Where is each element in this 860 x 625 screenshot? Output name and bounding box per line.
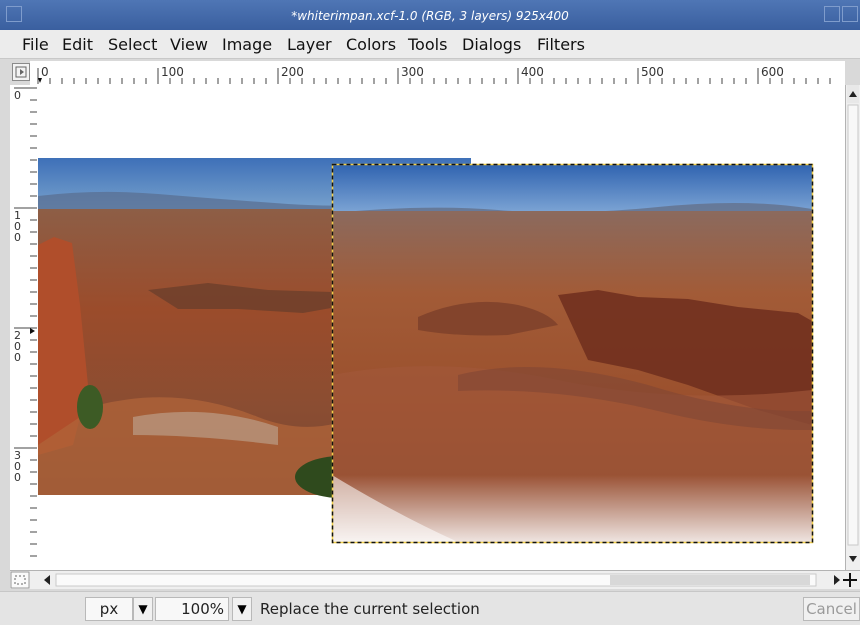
vertical-ruler: 0 1 0 0 2 0 0 3 0 0 [10, 85, 39, 570]
hruler-label-400: 400 [521, 65, 544, 79]
hruler-label-300: 300 [401, 65, 424, 79]
scroll-right-icon[interactable] [834, 575, 840, 585]
menu-colors[interactable]: Colors [346, 35, 396, 54]
navigate-crosshair-icon[interactable] [843, 573, 857, 587]
zoom-selector[interactable]: 100% [155, 597, 229, 621]
unit-selector[interactable]: px [85, 597, 133, 621]
pointer-marker-icon [38, 78, 42, 83]
menu-layer[interactable]: Layer [287, 35, 332, 54]
menu-dialogs[interactable]: Dialogs [462, 35, 521, 54]
vruler-label-300: 3 0 0 [14, 449, 21, 484]
hruler-label-500: 500 [641, 65, 664, 79]
horizontal-scrollbar-graphics [10, 571, 857, 589]
window-title: *whiterimpan.xcf-1.0 (RGB, 3 layers) 925… [291, 9, 569, 23]
menu-filters[interactable]: Filters [537, 35, 585, 54]
scroll-down-icon[interactable] [849, 556, 857, 562]
vruler-label-0: 0 [14, 89, 21, 102]
close-button[interactable] [842, 6, 858, 22]
horizontal-ruler-ticks: 0 100 200 300 400 500 600 [37, 65, 831, 84]
zoom-value: 100% [181, 600, 224, 618]
maximize-button[interactable] [824, 6, 840, 22]
menu-view[interactable]: View [170, 35, 208, 54]
unit-dropdown-button[interactable]: ▼ [133, 597, 153, 621]
horizontal-scrollbar[interactable] [10, 570, 860, 589]
menu-edit[interactable]: Edit [62, 35, 93, 54]
status-bar: px ▼ 100% ▼ Replace the current selectio… [0, 591, 860, 625]
horizontal-ruler: 0 100 200 300 400 500 600 [30, 61, 845, 86]
vruler-label-200: 2 0 0 [14, 329, 21, 364]
hruler-label-600: 600 [761, 65, 784, 79]
vertical-ruler-ticks [14, 87, 37, 557]
menu-tools[interactable]: Tools [408, 35, 447, 54]
navigation-toggle-button[interactable] [12, 63, 30, 81]
menu-image[interactable]: Image [222, 35, 272, 54]
window-title-bar: *whiterimpan.xcf-1.0 (RGB, 3 layers) 925… [0, 0, 860, 30]
canyon-panorama-image [38, 158, 814, 544]
hruler-label-200: 200 [281, 65, 304, 79]
cancel-button[interactable]: Cancel [803, 597, 860, 621]
vertical-scrollbar[interactable] [845, 85, 860, 570]
menu-file[interactable]: File [22, 35, 49, 54]
image-canvas[interactable] [38, 85, 846, 570]
vruler-label-100: 1 0 0 [14, 209, 21, 244]
vertical-pointer-marker-icon [30, 328, 35, 334]
vertical-scrollbar-graphics [847, 85, 859, 562]
unit-value: px [99, 600, 119, 618]
hruler-label-0: 0 [41, 65, 49, 79]
hruler-label-100: 100 [161, 65, 184, 79]
scroll-left-icon[interactable] [44, 575, 50, 585]
navigation-icon [15, 66, 27, 78]
zoom-dropdown-button[interactable]: ▼ [232, 597, 252, 621]
menu-bar: File Edit Select View Image Layer Colors… [0, 30, 860, 59]
status-message: Replace the current selection [260, 600, 480, 618]
menu-select[interactable]: Select [108, 35, 157, 54]
